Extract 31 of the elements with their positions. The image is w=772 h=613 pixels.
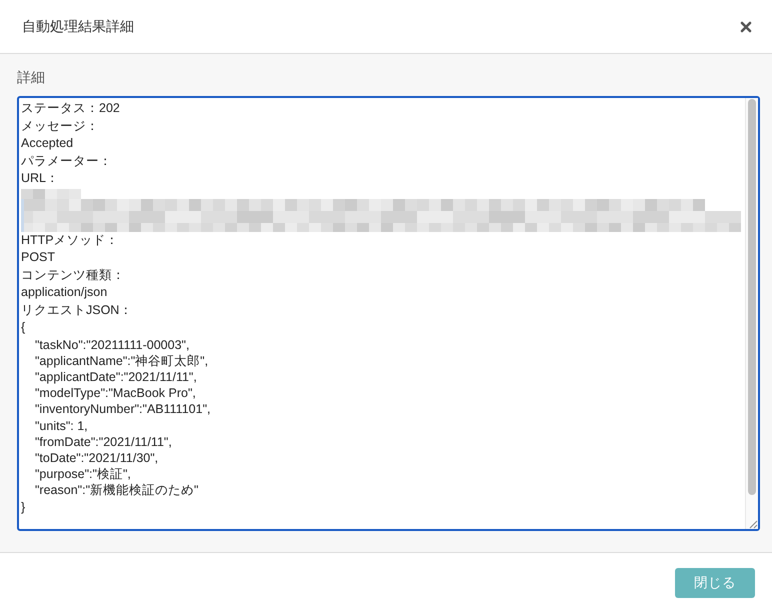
close-icon [740,20,752,32]
scrollbar-track[interactable] [745,98,758,529]
json-entry-line: "applicantDate":"2021/11/11", [34,368,197,386]
resize-grip-icon[interactable] [749,520,758,529]
detail-line: ステータス：202 [21,100,120,117]
detail-line: メッセージ： [21,118,99,134]
json-entry-line: "fromDate":"2021/11/11", [34,434,172,450]
json-entry-line: "purpose":"検証", [34,466,131,482]
json-entry-line: "reason":"新機能検証のため" [34,482,198,499]
json-entry-line: "modelType":"MacBook Pro", [34,385,196,402]
detail-line: コンテンツ種類： [21,266,125,284]
detail-line: HTTPメソッド： [21,232,119,248]
detail-line: application/json [21,284,108,301]
json-entry-line: "applicantName":"神谷町太郎", [34,352,208,369]
details-text-area[interactable] [17,96,760,531]
json-entry-line: "units": 1, [34,418,88,434]
close-dialog-button[interactable]: 閉じる [675,568,755,598]
json-entry-line: "toDate":"2021/11/30", [34,450,158,466]
scrollbar-thumb[interactable] [748,99,756,495]
detail-line: パラメーター： [21,152,112,170]
detail-line: { [21,319,26,336]
dialog-title: 自動処理結果詳細 [22,18,134,36]
detail-line: } [21,498,26,516]
detail-line: Accepted [21,135,74,152]
close-button[interactable] [740,20,752,32]
detail-line: POST [21,249,56,266]
detail-line: リクエストJSON： [21,302,132,318]
json-entry-line: "inventoryNumber":"AB111101", [34,401,210,418]
detail-line: URL： [21,170,60,187]
details-label: 詳細 [17,68,45,86]
json-entry-line: "taskNo":"20211111-00003", [34,336,190,353]
